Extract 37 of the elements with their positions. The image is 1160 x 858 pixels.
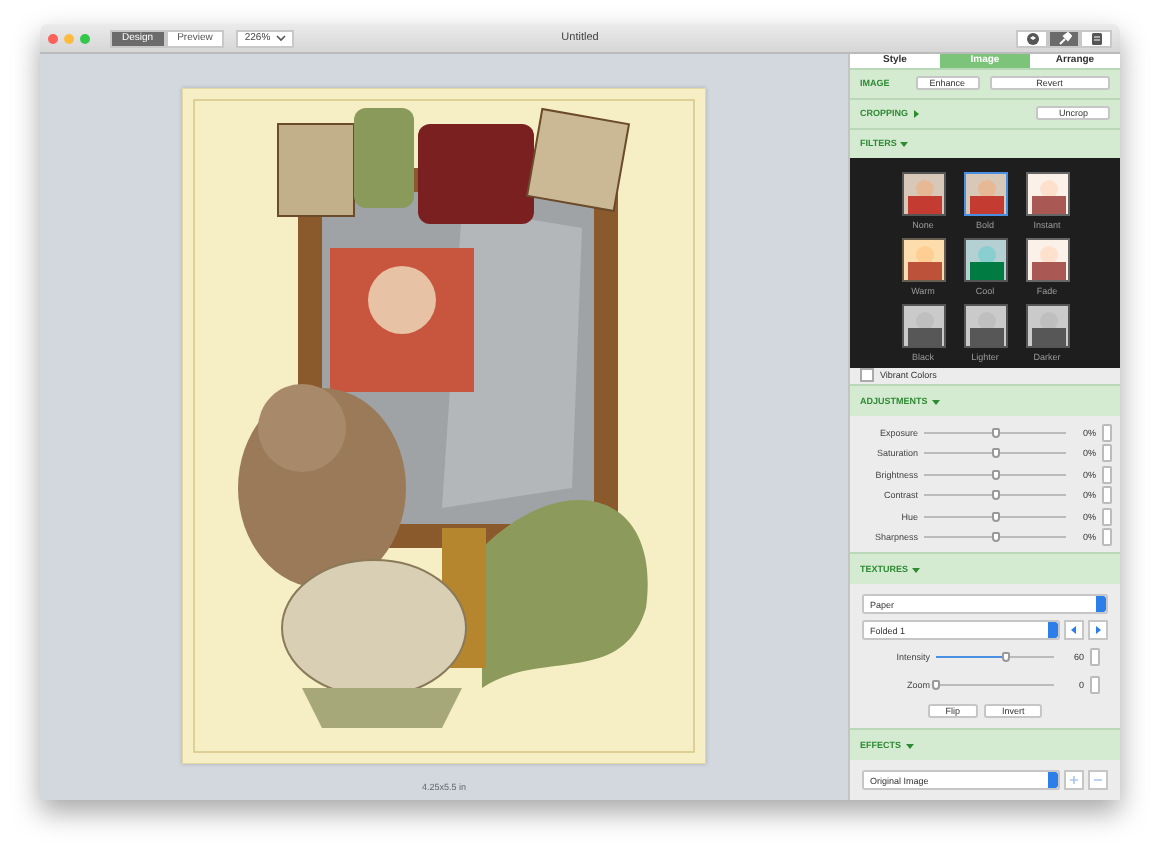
filter-thumbnail[interactable] [901,303,945,348]
close-icon[interactable] [48,33,58,43]
inspector-button[interactable] [1048,29,1080,47]
triangle-icon [912,565,921,573]
next-icon[interactable] [1088,620,1108,640]
scrapbook-drawing[interactable] [182,88,706,764]
filter-thumbnail[interactable] [901,237,945,282]
slider-thumb[interactable] [991,448,999,459]
slider-thumb[interactable] [991,532,999,543]
triangle-icon [931,397,940,405]
previous-icon[interactable] [1064,620,1084,640]
triangle-icon [900,139,909,148]
brush-icon [1057,31,1071,45]
inspector-button[interactable] [1080,29,1112,47]
inspector-button[interactable] [1016,29,1048,47]
filter-thumbnail[interactable] [963,237,1007,282]
slider-thumb[interactable] [991,490,999,501]
filter-thumbnail[interactable] [1025,303,1069,348]
checkbox[interactable] [860,368,874,383]
triangle-icon [912,109,921,118]
filter-thumbnail[interactable] [1025,171,1069,216]
slider-thumb[interactable] [991,427,999,438]
document-icon [1089,31,1103,45]
remove-icon[interactable] [1088,770,1108,790]
slider-thumb[interactable] [932,680,940,690]
shape-icon [1025,31,1039,45]
slider-thumb[interactable] [1002,652,1011,662]
triangle-icon [905,741,914,749]
filter-thumbnail[interactable] [1025,237,1069,282]
slider-thumb[interactable] [991,511,999,522]
filter-thumbnail[interactable] [901,171,945,216]
slider-thumb[interactable] [991,469,999,480]
add-icon[interactable] [1064,770,1084,790]
caret-icon [276,34,287,42]
filter-thumbnail[interactable] [963,303,1007,348]
filter-thumbnail[interactable] [963,171,1007,216]
zoom-icon[interactable] [80,33,90,43]
